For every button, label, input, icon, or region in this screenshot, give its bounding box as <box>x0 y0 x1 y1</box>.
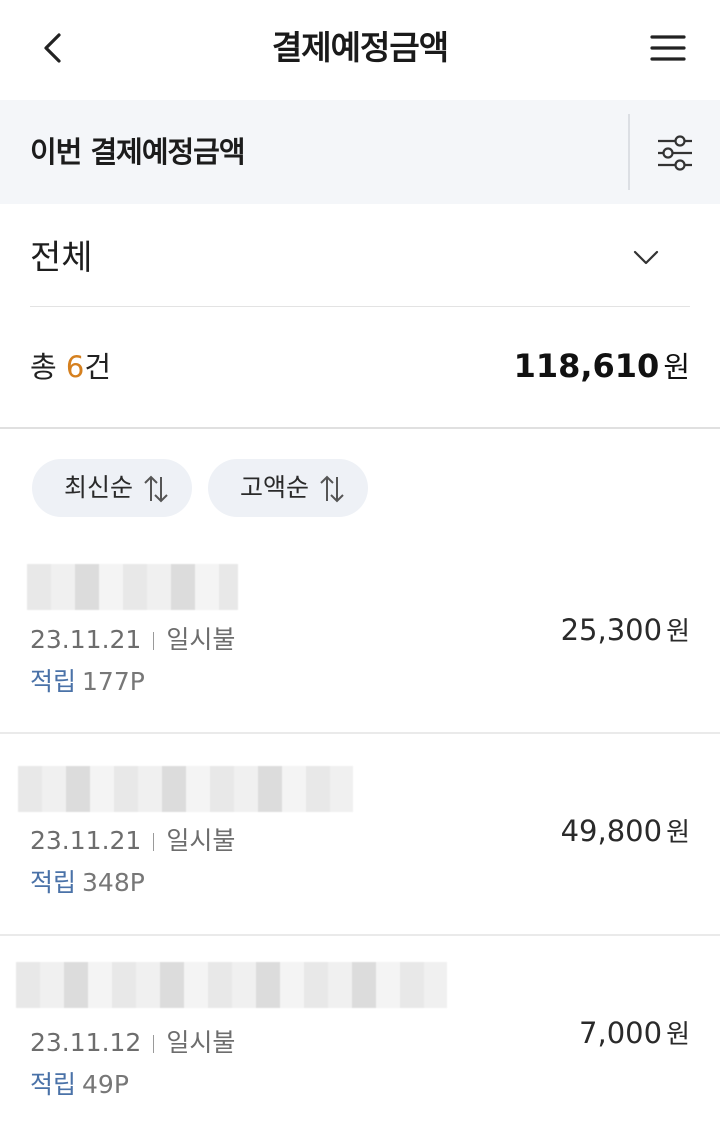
merchant-name-redacted <box>27 564 238 610</box>
total-amount: 118,610 원 <box>514 343 690 390</box>
payment-type: 일시불 <box>166 1028 236 1057</box>
sort-arrows-icon <box>320 475 344 503</box>
summary-row: 총 6건 118,610 원 <box>0 307 720 429</box>
transaction-date: 23.11.12 일시불 <box>30 1026 235 1060</box>
total-amount-unit: 원 <box>663 350 690 384</box>
points-label: 적립 <box>30 1070 77 1099</box>
total-amount-value: 118,610 <box>513 347 660 385</box>
menu-button[interactable] <box>644 24 692 72</box>
amount-value: 49,800 <box>560 814 663 848</box>
transaction-date: 23.11.21 일시불 <box>30 623 235 657</box>
transaction-item[interactable]: 23.11.21 일시불 적립 348P 49,800 원 <box>0 732 720 936</box>
sort-latest-button[interactable]: 최신순 <box>32 459 192 517</box>
payment-type: 일시불 <box>166 625 236 654</box>
dropdown-selected-value: 전체 <box>30 238 93 278</box>
separator <box>153 632 155 650</box>
separator <box>153 833 155 851</box>
app-header: 결제예정금액 <box>0 0 720 100</box>
amount-unit: 원 <box>666 818 690 848</box>
hamburger-menu-icon <box>650 35 686 61</box>
transaction-amount: 49,800 원 <box>561 811 690 853</box>
date-value: 23.11.21 <box>30 826 142 855</box>
transaction-date: 23.11.21 일시불 <box>30 824 235 858</box>
sort-amount-button[interactable]: 고액순 <box>208 459 368 517</box>
points-value: 49P <box>82 1070 129 1099</box>
amount-value: 25,300 <box>560 613 663 647</box>
count-prefix: 총 <box>30 350 66 384</box>
sort-arrows-icon <box>144 475 168 503</box>
chevron-down-icon <box>633 250 659 265</box>
count-suffix: 건 <box>84 350 112 384</box>
total-count: 총 6건 <box>30 345 111 389</box>
transaction-amount: 7,000 원 <box>579 1013 690 1055</box>
transaction-item[interactable]: 23.11.21 일시불 적립 177P 25,300 원 <box>0 530 720 734</box>
transaction-amount: 25,300 원 <box>561 610 690 652</box>
points-value: 177P <box>82 667 145 696</box>
page-title: 결제예정금액 <box>271 28 449 67</box>
transaction-points: 적립 49P <box>30 1068 129 1102</box>
amount-unit: 원 <box>666 1020 690 1050</box>
category-dropdown[interactable]: 전체 <box>30 204 690 307</box>
transaction-points: 적립 177P <box>30 665 145 699</box>
filter-settings-button[interactable] <box>650 128 700 178</box>
count-number: 6 <box>65 350 85 384</box>
date-value: 23.11.12 <box>30 1028 142 1057</box>
points-label: 적립 <box>30 667 77 696</box>
date-value: 23.11.21 <box>30 625 142 654</box>
points-value: 348P <box>82 868 145 897</box>
sort-amount-label: 고액순 <box>240 473 310 502</box>
transaction-item[interactable]: 23.11.12 일시불 적립 49P 7,000 원 <box>0 934 720 1136</box>
payment-type: 일시불 <box>166 826 236 855</box>
amount-value: 7,000 <box>579 1016 663 1050</box>
sliders-icon <box>658 135 692 171</box>
merchant-name-redacted <box>16 962 447 1008</box>
merchant-name-redacted <box>18 766 353 812</box>
points-label: 적립 <box>30 868 77 897</box>
transaction-points: 적립 348P <box>30 866 145 900</box>
separator <box>153 1035 155 1053</box>
period-bar: 이번 결제예정금액 <box>0 100 720 204</box>
amount-unit: 원 <box>666 617 690 647</box>
sort-latest-label: 최신순 <box>64 473 134 502</box>
period-title: 이번 결제예정금액 <box>30 135 246 169</box>
divider <box>628 114 630 190</box>
